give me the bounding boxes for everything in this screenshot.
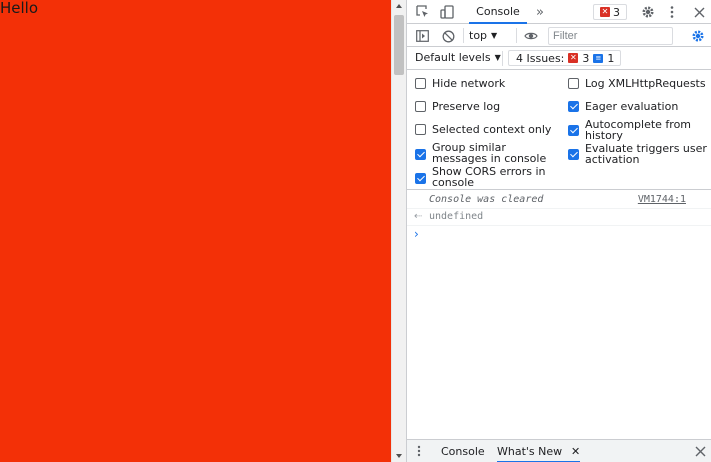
setting-label: Evaluate triggers user activation xyxy=(585,142,707,166)
device-toolbar-icon[interactable] xyxy=(439,4,455,20)
setting-label: Preserve log xyxy=(432,100,501,113)
result-value: undefined xyxy=(429,211,484,222)
setting-label: Group similar messages in console xyxy=(432,141,547,165)
issues-label: 4 Issues: xyxy=(516,51,565,65)
setting-hide-network[interactable]: Hide network xyxy=(415,78,555,89)
toolbar-divider xyxy=(516,28,517,43)
setting-log-xmlhttprequests[interactable]: Log XMLHttpRequests xyxy=(568,78,708,89)
eye-icon[interactable] xyxy=(523,28,539,44)
prompt-chevron-icon: › xyxy=(414,227,419,241)
console-settings-pane: Hide network Preserve log Selected conte… xyxy=(407,70,711,190)
dropdown-arrow-icon: ▼ xyxy=(494,53,501,62)
source-link[interactable]: VM1744:1 xyxy=(638,194,686,205)
drawer-tab-whats-new[interactable]: What's New ✕ xyxy=(497,440,581,462)
close-devtools-icon[interactable] xyxy=(691,4,707,20)
kebab-menu-icon[interactable] xyxy=(666,4,678,20)
sidebar-toggle-icon[interactable] xyxy=(414,28,430,44)
error-count-badge[interactable]: ✕ 3 xyxy=(593,4,627,20)
close-tab-icon[interactable]: ✕ xyxy=(571,440,580,462)
setting-label: Eager evaluation xyxy=(585,100,679,113)
tab-console[interactable]: Console xyxy=(469,0,527,24)
console-settings-gear-icon[interactable] xyxy=(690,28,706,44)
devtools-tabbar: Console » ✕ 3 xyxy=(407,0,711,24)
selected-context-checkbox[interactable] xyxy=(415,124,426,135)
error-icon: ✕ xyxy=(600,7,610,17)
log-levels-dropdown[interactable]: Default levels ▼ xyxy=(415,51,501,64)
setting-label: Selected context only xyxy=(432,123,552,136)
issues-error-count: 3 xyxy=(582,51,590,65)
error-icon: ✕ xyxy=(568,53,579,63)
setting-label: Hide network xyxy=(432,77,506,90)
log-xhr-checkbox[interactable] xyxy=(568,78,579,89)
setting-label: Log XMLHttpRequests xyxy=(585,77,706,90)
page-hello-text: Hello xyxy=(0,0,39,17)
setting-group-similar[interactable]: Group similar messages in console xyxy=(415,142,557,164)
setting-show-cors[interactable]: Show CORS errors in console xyxy=(415,166,557,188)
console-cleared-text: Console was cleared xyxy=(429,194,544,205)
inspect-element-icon[interactable] xyxy=(415,4,431,20)
result-arrow-icon: ⇠ xyxy=(414,211,423,222)
info-message-icon: ≡ xyxy=(593,53,604,63)
drawer-tab-label: What's New xyxy=(497,445,563,458)
drawer-tab-console[interactable]: Console xyxy=(441,440,485,462)
context-label: top xyxy=(469,29,488,42)
page-viewport: Hello xyxy=(0,0,391,462)
log-levels-label: Default levels xyxy=(415,51,491,64)
levels-bar: Default levels ▼ 4 Issues: ✕ 3 ≡ 1 xyxy=(407,47,711,70)
drawer-menu-icon[interactable] xyxy=(415,443,423,459)
evaluate-triggers-checkbox[interactable] xyxy=(568,149,579,160)
setting-label: Show CORS errors in console xyxy=(432,165,546,189)
show-cors-checkbox[interactable] xyxy=(415,173,426,184)
clear-console-icon[interactable] xyxy=(440,28,456,44)
scrollbar-thumb[interactable] xyxy=(394,15,404,75)
devtools-panel: Console » ✕ 3 top ▼ Filter Default level… xyxy=(406,0,711,462)
console-result: ⇠ undefined xyxy=(407,209,711,226)
console-message: Console was cleared VM1744:1 xyxy=(407,191,711,209)
autocomplete-history-checkbox[interactable] xyxy=(568,125,579,136)
gear-icon[interactable] xyxy=(640,4,656,20)
setting-eager-evaluation[interactable]: Eager evaluation xyxy=(568,101,708,112)
toolbar-divider xyxy=(463,28,464,43)
hide-network-checkbox[interactable] xyxy=(415,78,426,89)
eager-evaluation-checkbox[interactable] xyxy=(568,101,579,112)
setting-preserve-log[interactable]: Preserve log xyxy=(415,101,555,112)
scroll-up-arrow-icon[interactable] xyxy=(396,4,402,8)
error-count: 3 xyxy=(613,5,620,19)
setting-selected-context-only[interactable]: Selected context only xyxy=(415,124,560,135)
setting-label: Autocomplete from history xyxy=(585,118,692,142)
page-scrollbar[interactable] xyxy=(391,0,406,462)
console-toolbar: top ▼ xyxy=(407,24,711,47)
scroll-down-arrow-icon[interactable] xyxy=(396,454,402,458)
context-selector[interactable]: top ▼ xyxy=(469,28,497,43)
preserve-log-checkbox[interactable] xyxy=(415,101,426,112)
drawer-tabbar: Console What's New ✕ xyxy=(407,439,711,462)
dropdown-arrow-icon: ▼ xyxy=(491,31,498,40)
more-tabs-icon[interactable]: » xyxy=(533,4,547,20)
toolbar-divider xyxy=(502,51,503,66)
setting-evaluate-triggers[interactable]: Evaluate triggers user activation xyxy=(568,143,708,165)
group-similar-checkbox[interactable] xyxy=(415,149,426,160)
filter-input[interactable] xyxy=(548,27,673,45)
close-drawer-icon[interactable] xyxy=(692,443,708,459)
console-prompt[interactable]: › xyxy=(407,226,711,244)
setting-autocomplete-history[interactable]: Autocomplete from history xyxy=(568,119,708,141)
issues-info-count: 1 xyxy=(607,51,615,65)
issues-button[interactable]: 4 Issues: ✕ 3 ≡ 1 xyxy=(508,50,622,66)
